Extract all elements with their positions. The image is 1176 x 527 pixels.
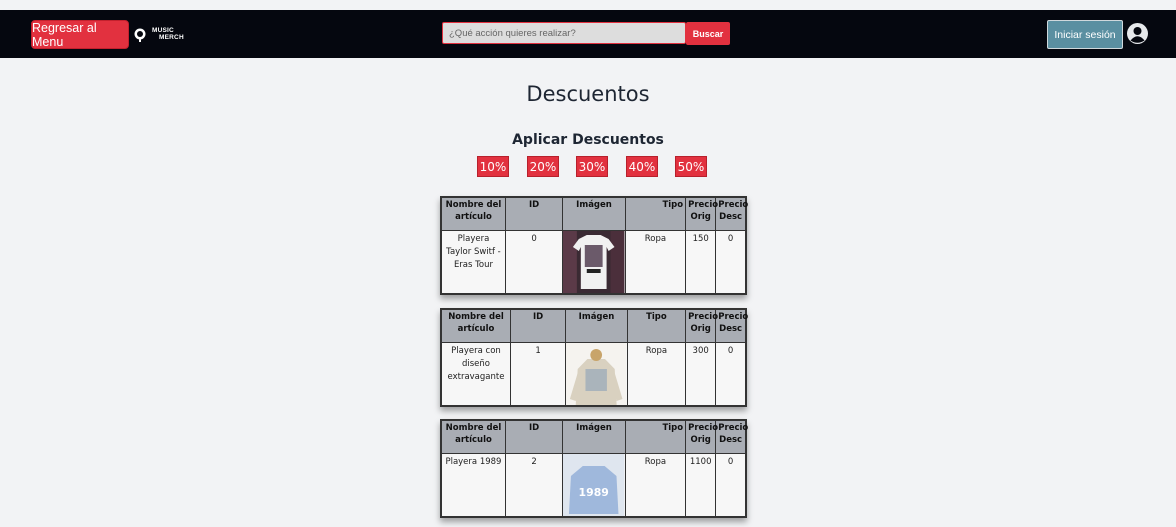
product-table: Nombre del artículo ID Imágen Tipo Preci… — [440, 308, 748, 407]
col-id-header: ID — [504, 419, 564, 454]
table-header-row: Nombre del artículo ID Imágen Tipo Preci… — [440, 419, 748, 454]
discount-50-button[interactable]: 50% — [675, 156, 707, 177]
product-price-desc: 0 — [715, 453, 747, 518]
product-table: Nombre del artículo ID Imágen Tipo Preci… — [440, 196, 748, 295]
discount-10-button[interactable]: 10% — [477, 156, 509, 177]
col-image-header: Imágen — [565, 308, 628, 343]
product-price-orig: 150 — [685, 230, 717, 295]
search-input[interactable] — [442, 22, 686, 44]
col-price-orig-header: Precio Orig — [685, 419, 718, 454]
table-row: Playera con diseño extravagante 1 Ropa 3… — [440, 342, 747, 407]
col-type-header: Tipo — [626, 308, 687, 343]
col-name-header: Nombre del artículo — [440, 196, 506, 231]
microphone-logo-icon — [134, 28, 146, 42]
col-price-desc-header: Precio Desc — [715, 419, 748, 454]
col-name-header: Nombre del artículo — [440, 308, 511, 343]
col-price-desc-header: Precio Desc — [715, 196, 748, 231]
product-id: 2 — [504, 453, 564, 518]
table-row: Playera Taylor Switf - Eras Tour 0 Ropa … — [440, 230, 747, 295]
col-price-desc-header: Precio Desc — [715, 308, 748, 343]
discount-30-button[interactable]: 30% — [576, 156, 608, 177]
product-table: Nombre del artículo ID Imágen Tipo Preci… — [440, 419, 748, 518]
product-name: Playera 1989 — [440, 453, 506, 518]
product-id: 0 — [504, 230, 564, 295]
discounts-title: Aplicar Descuentos — [512, 132, 664, 148]
table-header-row: Nombre del artículo ID Imágen Tipo Preci… — [440, 308, 748, 343]
sweatshirt-print-text: 1989 — [579, 486, 609, 499]
col-type-header: Tipo — [624, 196, 687, 231]
back-to-menu-button[interactable]: Regresar al Menu — [31, 20, 129, 49]
product-image — [565, 342, 628, 407]
user-avatar-icon[interactable] — [1127, 23, 1148, 44]
logo-text-bottom: MERCH — [159, 34, 184, 41]
tshirt-photo-icon — [563, 231, 625, 293]
col-id-header: ID — [504, 196, 564, 231]
product-type: Ropa — [624, 453, 687, 518]
col-id-header: ID — [509, 308, 567, 343]
col-image-header: Imágen — [562, 196, 626, 231]
page-title: Descuentos — [526, 82, 650, 106]
sweatshirt-photo-icon — [566, 343, 627, 405]
product-image: 1989 — [562, 453, 626, 518]
music-merch-logo[interactable]: MUSIC MERCH — [133, 25, 193, 45]
table-header-row: Nombre del artículo ID Imágen Tipo Preci… — [440, 196, 748, 231]
sweatshirt-1989-photo-icon: 1989 — [563, 454, 625, 516]
product-type: Ropa — [624, 230, 687, 295]
search-button[interactable]: Buscar — [686, 22, 730, 45]
col-price-orig-header: Precio Orig — [685, 196, 718, 231]
col-type-header: Tipo — [624, 419, 687, 454]
logo-text-top: MUSIC — [152, 27, 174, 34]
discount-buttons: 10% 20% 30% 40% 50% — [477, 156, 717, 177]
top-navbar: Regresar al Menu MUSIC MERCH Buscar Inic… — [0, 10, 1176, 58]
table-row: Playera 1989 2 1989 Ropa 1100 0 — [440, 453, 747, 518]
product-name: Playera Taylor Switf - Eras Tour — [440, 230, 506, 295]
product-price-orig: 1100 — [685, 453, 717, 518]
col-name-header: Nombre del artículo — [440, 419, 506, 454]
product-price-desc: 0 — [715, 230, 747, 295]
col-price-orig-header: Precio Orig — [685, 308, 718, 343]
product-type: Ropa — [626, 342, 687, 407]
product-name: Playera con diseño extravagante — [440, 342, 511, 407]
login-button[interactable]: Iniciar sesión — [1047, 20, 1123, 49]
product-price-orig: 300 — [685, 342, 717, 407]
col-image-header: Imágen — [562, 419, 626, 454]
discount-40-button[interactable]: 40% — [626, 156, 658, 177]
product-price-desc: 0 — [715, 342, 747, 407]
product-id: 1 — [509, 342, 567, 407]
product-image — [562, 230, 626, 295]
discount-20-button[interactable]: 20% — [527, 156, 559, 177]
